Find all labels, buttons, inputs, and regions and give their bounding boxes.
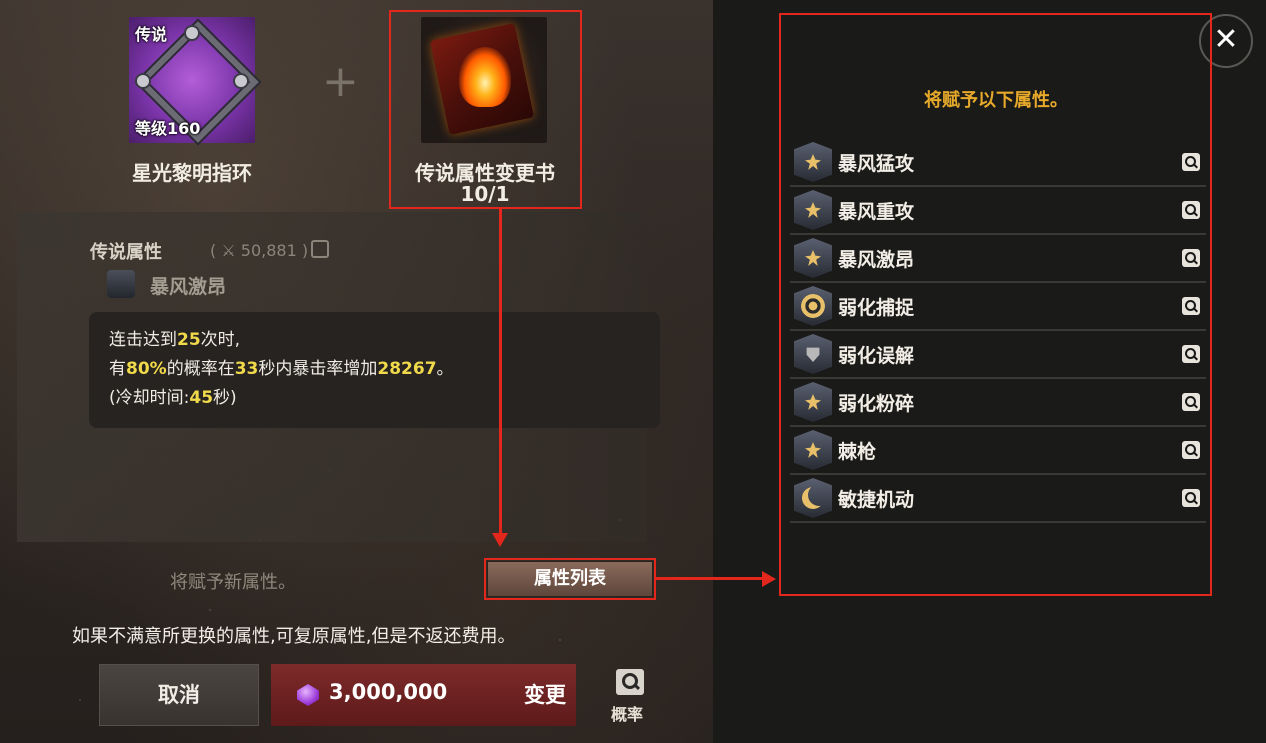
ring-gem-icon [137,75,149,87]
ring-gem-icon [186,27,198,39]
description-line-3: (冷却时间:45秒) [109,388,237,408]
annotation-arrow-right [656,577,764,580]
power-value: ( ⚔ 50,881 ) [210,241,309,260]
description-line-2: 有80%的概率在33秒内暴击率增加28267。 [109,359,454,379]
ring-name: 星光黎明指环 [132,161,252,185]
purple-gem-icon [297,684,319,706]
notice-text: 如果不满意所更换的属性,可复原属性,但是不返还费用。 [72,626,516,647]
annotation-arrowhead [492,533,508,547]
attribute-power: ( ⚔ 50,881 ) [210,240,330,260]
annotation-arrowhead [762,571,776,587]
change-button[interactable]: 3,000,000 变更 [271,664,576,726]
item-level: 等级160 [135,119,201,138]
change-label: 变更 [524,683,566,707]
lightning-icon [107,270,135,298]
ring-gem-icon [235,75,247,87]
change-cost: 3,000,000 [329,680,448,704]
annotation-box-book [389,10,582,209]
annotation-box-attr-list [484,558,656,600]
search-icon[interactable] [616,669,644,695]
ring-item-thumbnail[interactable]: 传说 等级160 [129,17,259,143]
legendary-attribute-heading: 传说属性 [90,242,162,263]
probability-label[interactable]: 概率 [611,701,643,725]
attribute-description: 连击达到25次时, 有80%的概率在33秒内暴击率增加28267。 (冷却时间:… [89,312,660,428]
plus-icon: + [322,56,359,107]
annotation-box-panel [779,13,1212,596]
rarity-tag: 传说 [135,25,168,44]
search-icon[interactable] [311,240,330,258]
description-line-1: 连击达到25次时, [109,330,241,350]
new-attribute-text: 将赋予新属性。 [170,572,296,593]
annotation-arrow-down [499,209,502,537]
cancel-button[interactable]: 取消 [99,664,259,726]
current-attribute-name: 暴风激昂 [150,276,227,298]
